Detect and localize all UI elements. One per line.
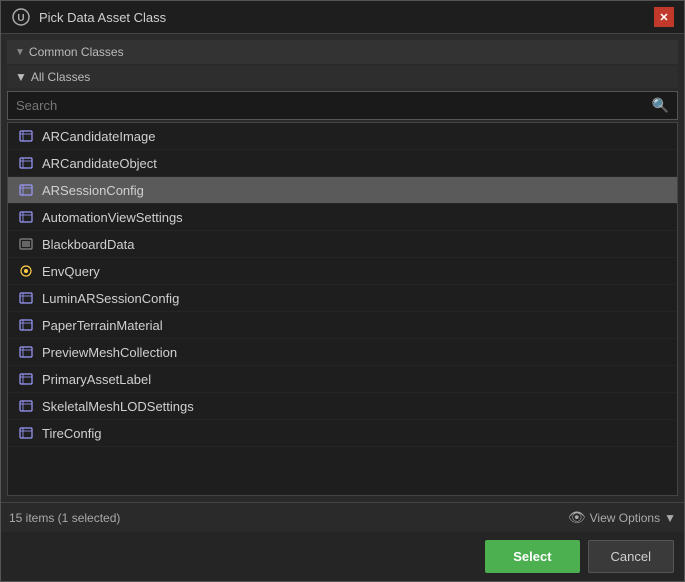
item-label: EnvQuery xyxy=(42,264,100,279)
list-item[interactable]: BlackboardData xyxy=(8,231,677,258)
list-item[interactable]: EnvQuery xyxy=(8,258,677,285)
item-icon xyxy=(18,317,34,333)
search-input[interactable] xyxy=(8,93,644,118)
item-label: AutomationViewSettings xyxy=(42,210,183,225)
list-item[interactable]: ARCandidateImage xyxy=(8,123,677,150)
list-item[interactable]: PreviewMeshCollection xyxy=(8,339,677,366)
list-item[interactable]: ARSessionConfig xyxy=(8,177,677,204)
view-options-chevron: ▼ xyxy=(664,511,676,525)
common-classes-header: ▼ Common Classes xyxy=(7,40,678,64)
footer: 15 items (1 selected) 👁 View Options ▼ xyxy=(1,502,684,532)
eye-icon: 👁 xyxy=(568,509,586,526)
item-icon xyxy=(18,344,34,360)
select-button[interactable]: Select xyxy=(485,540,579,573)
item-label: TireConfig xyxy=(42,426,101,441)
dialog-window: U Pick Data Asset Class ✕ ▼ Common Class… xyxy=(0,0,685,582)
button-row: Select Cancel xyxy=(1,532,684,581)
list-item[interactable]: TireConfig xyxy=(8,420,677,447)
item-icon xyxy=(18,425,34,441)
item-label: ARCandidateImage xyxy=(42,129,155,144)
list-item[interactable]: PaperTerrainMaterial xyxy=(8,312,677,339)
common-classes-label: Common Classes xyxy=(29,45,124,59)
list-item[interactable]: LuminARSessionConfig xyxy=(8,285,677,312)
all-classes-label: All Classes xyxy=(31,70,90,84)
item-icon xyxy=(18,236,34,252)
item-icon xyxy=(18,128,34,144)
list-item[interactable]: AutomationViewSettings xyxy=(8,204,677,231)
item-icon xyxy=(18,263,34,279)
cancel-button[interactable]: Cancel xyxy=(588,540,674,573)
dialog-title: Pick Data Asset Class xyxy=(39,10,166,25)
item-icon xyxy=(18,155,34,171)
dialog-content: ▼ Common Classes ▼ All Classes 🔍 ARCandi… xyxy=(1,34,684,502)
item-icon xyxy=(18,398,34,414)
item-icon xyxy=(18,290,34,306)
list-item[interactable]: ARCandidateObject xyxy=(8,150,677,177)
ue-logo: U xyxy=(11,7,31,27)
class-list[interactable]: ARCandidateImage ARCandidateObject ARSes… xyxy=(7,122,678,496)
item-label: LuminARSessionConfig xyxy=(42,291,179,306)
status-text: 15 items (1 selected) xyxy=(9,511,120,525)
item-icon xyxy=(18,371,34,387)
view-options-button[interactable]: 👁 View Options ▼ xyxy=(568,509,676,526)
item-icon xyxy=(18,209,34,225)
item-label: BlackboardData xyxy=(42,237,135,252)
item-label: ARCandidateObject xyxy=(42,156,157,171)
item-label: SkeletalMeshLODSettings xyxy=(42,399,194,414)
all-classes-arrow: ▼ xyxy=(15,70,27,84)
list-item[interactable]: PrimaryAssetLabel xyxy=(8,366,677,393)
list-item[interactable]: SkeletalMeshLODSettings xyxy=(8,393,677,420)
title-bar: U Pick Data Asset Class ✕ xyxy=(1,1,684,34)
item-label: PreviewMeshCollection xyxy=(42,345,177,360)
search-icon: 🔍 xyxy=(644,92,677,119)
item-label: PaperTerrainMaterial xyxy=(42,318,163,333)
title-bar-left: U Pick Data Asset Class xyxy=(11,7,166,27)
common-classes-arrow: ▼ xyxy=(15,47,25,58)
item-icon xyxy=(18,182,34,198)
search-bar: 🔍 xyxy=(7,91,678,120)
view-options-label: View Options xyxy=(590,511,660,525)
item-label: PrimaryAssetLabel xyxy=(42,372,151,387)
item-label: ARSessionConfig xyxy=(42,183,144,198)
all-classes-header: ▼ All Classes xyxy=(7,66,678,88)
close-button[interactable]: ✕ xyxy=(654,7,674,27)
svg-text:U: U xyxy=(17,13,24,24)
